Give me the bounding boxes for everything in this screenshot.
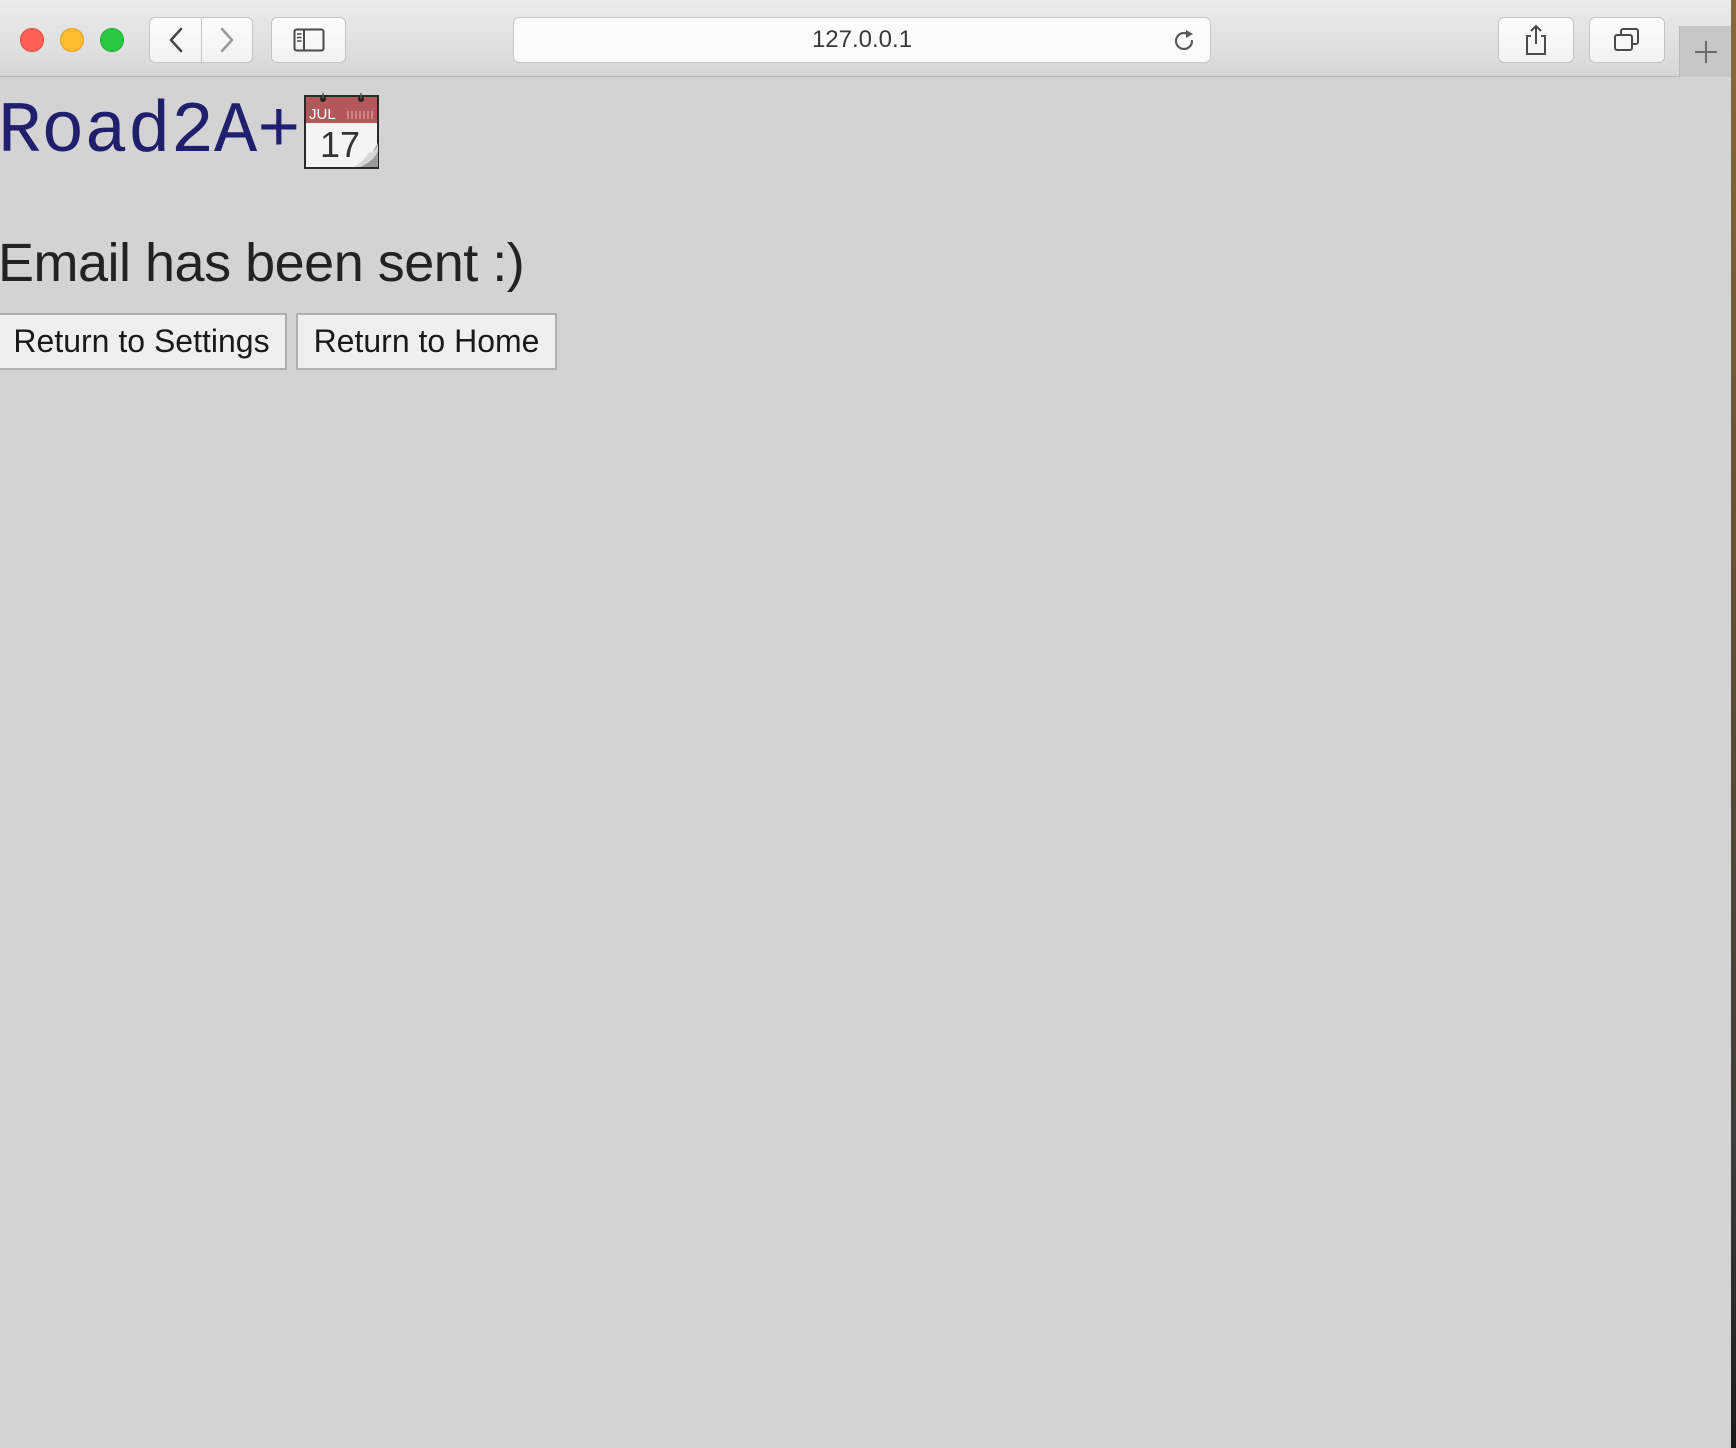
address-url[interactable]: 127.0.0.1 [514,18,1210,62]
desktop-edge [1731,0,1736,1448]
site-logo[interactable]: Road2A+ JUL 17 [0,93,380,170]
share-icon [1526,24,1546,55]
return-to-settings-button[interactable]: Return to Settings [0,313,287,370]
sidebar-icon [293,28,324,52]
maximize-window-button[interactable] [100,28,124,52]
chevron-left-icon [169,27,182,53]
sidebar-toggle-button[interactable] [271,17,346,63]
browser-window: 127.0.0.1 Road2A+ JUL 17 Email has been … [0,0,1731,1448]
forward-button[interactable] [201,17,253,63]
minimize-window-button[interactable] [60,28,84,52]
tab-overview-button[interactable] [1589,17,1665,63]
return-to-home-button[interactable]: Return to Home [296,313,557,370]
new-tab-button[interactable] [1679,26,1731,77]
calendar-day: 17 [320,124,360,165]
back-button[interactable] [149,17,202,63]
calendar-icon: JUL 17 [304,93,380,169]
close-window-button[interactable] [20,28,44,52]
reload-icon[interactable] [1170,27,1198,55]
logo-text[interactable]: Road2A+ [0,94,300,170]
address-bar[interactable]: 127.0.0.1 [513,17,1211,63]
plus-icon [1694,40,1717,63]
tab-overview-icon [1614,28,1639,51]
chevron-right-icon [220,27,234,53]
calendar-month: JUL [309,106,336,123]
page-content: Road2A+ JUL 17 Email has been sent:) Re… [0,77,1731,1448]
share-button[interactable] [1498,17,1574,63]
browser-toolbar: 127.0.0.1 [0,0,1731,77]
confirmation-message: Email has been sent :) [0,233,525,293]
